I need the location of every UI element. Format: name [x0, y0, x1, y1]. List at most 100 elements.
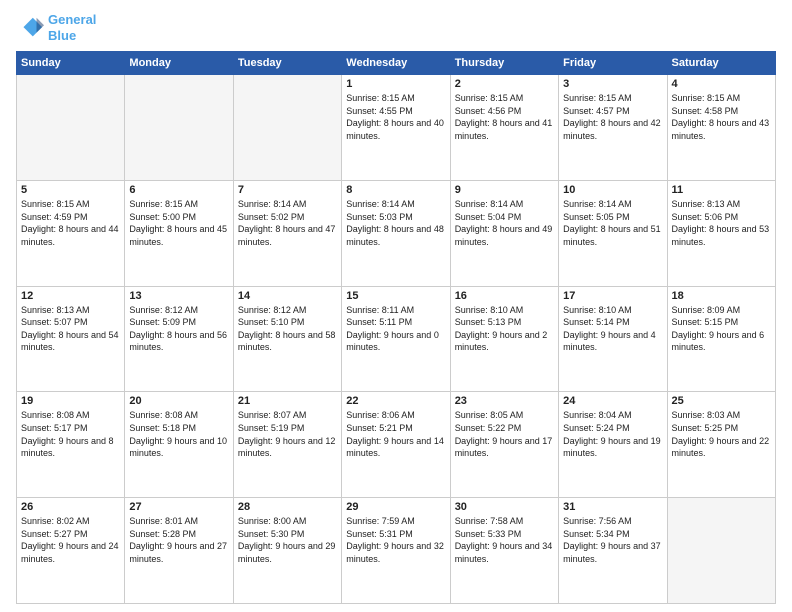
day-number: 3 [563, 78, 662, 90]
cell-text: Sunrise: 8:09 AMSunset: 5:15 PMDaylight:… [672, 304, 771, 354]
day-number: 25 [672, 395, 771, 407]
calendar-cell: 3 Sunrise: 8:15 AMSunset: 4:57 PMDaylight… [559, 75, 667, 181]
calendar-cell: 25Sunrise: 8:03 AMSunset: 5:25 PMDayligh… [667, 392, 775, 498]
cell-text: Sunrise: 8:14 AMSunset: 5:02 PMDaylight:… [238, 198, 337, 248]
logo: General Blue [16, 12, 96, 43]
calendar-cell: 27 Sunrise: 8:01 AMSunset: 5:28 PMDayligh… [125, 498, 233, 604]
calendar-cell: 12 Sunrise: 8:13 AMSunset: 5:07 PMDayligh… [17, 286, 125, 392]
calendar-cell: 28Sunrise: 8:00 AMSunset: 5:30 PMDayligh… [233, 498, 341, 604]
day-number: 2 [455, 78, 554, 90]
logo-icon [16, 14, 44, 42]
calendar-cell: 9 Sunrise: 8:14 AMSunset: 5:04 PMDaylight… [450, 180, 558, 286]
day-number: 22 [346, 395, 445, 407]
cell-text: Sunrise: 8:13 AMSunset: 5:07 PMDaylight:… [21, 304, 120, 354]
day-number: 4 [672, 78, 771, 90]
cell-text: Sunrise: 8:08 AMSunset: 5:18 PMDaylight:… [129, 409, 228, 459]
cell-text: Sunrise: 7:59 AMSunset: 5:31 PMDaylight:… [346, 515, 445, 565]
calendar-cell: 17 Sunrise: 8:10 AMSunset: 5:14 PMDayligh… [559, 286, 667, 392]
calendar-cell: 26 Sunrise: 8:02 AMSunset: 5:27 PMDayligh… [17, 498, 125, 604]
day-number: 5 [21, 184, 120, 196]
day-number: 6 [129, 184, 228, 196]
calendar-cell: 4 Sunrise: 8:15 AMSunset: 4:58 PMDaylight… [667, 75, 775, 181]
cell-text: Sunrise: 7:58 AMSunset: 5:33 PMDaylight:… [455, 515, 554, 565]
day-number: 10 [563, 184, 662, 196]
calendar-cell [125, 75, 233, 181]
cell-text: Sunrise: 8:15 AMSunset: 4:56 PMDaylight:… [455, 92, 554, 142]
calendar-cell: 1 Sunrise: 8:15 AMSunset: 4:55 PMDaylight… [342, 75, 450, 181]
day-number: 17 [563, 290, 662, 302]
cell-text: Sunrise: 8:01 AMSunset: 5:28 PMDaylight:… [129, 515, 228, 565]
cell-text: Sunrise: 8:14 AMSunset: 5:03 PMDaylight:… [346, 198, 445, 248]
cell-text: Sunrise: 8:08 AMSunset: 5:17 PMDaylight:… [21, 409, 120, 459]
header: General Blue [16, 12, 776, 43]
weekday-header: Monday [125, 52, 233, 75]
cell-text: Sunrise: 8:11 AMSunset: 5:11 PMDaylight:… [346, 304, 445, 354]
calendar-cell: 14 Sunrise: 8:12 AMSunset: 5:10 PMDayligh… [233, 286, 341, 392]
calendar-cell: 23 Sunrise: 8:05 AMSunset: 5:22 PMDayligh… [450, 392, 558, 498]
day-number: 7 [238, 184, 337, 196]
weekday-header: Saturday [667, 52, 775, 75]
day-number: 29 [346, 501, 445, 513]
calendar-cell [233, 75, 341, 181]
cell-text: Sunrise: 8:12 AMSunset: 5:09 PMDaylight:… [129, 304, 228, 354]
day-number: 19 [21, 395, 120, 407]
day-number: 26 [21, 501, 120, 513]
calendar-cell: 31Sunrise: 7:56 AMSunset: 5:34 PMDayligh… [559, 498, 667, 604]
calendar-cell: 10 Sunrise: 8:14 AMSunset: 5:05 PMDayligh… [559, 180, 667, 286]
cell-text: Sunrise: 8:15 AMSunset: 4:57 PMDaylight:… [563, 92, 662, 142]
cell-text: Sunrise: 8:15 AMSunset: 4:58 PMDaylight:… [672, 92, 771, 142]
page: General Blue SundayMondayTuesdayWednesda… [0, 0, 792, 612]
calendar-cell: 19 Sunrise: 8:08 AMSunset: 5:17 PMDayligh… [17, 392, 125, 498]
calendar-cell: 5Sunrise: 8:15 AMSunset: 4:59 PMDaylight… [17, 180, 125, 286]
cell-text: Sunrise: 8:10 AMSunset: 5:14 PMDaylight:… [563, 304, 662, 354]
day-number: 1 [346, 78, 445, 90]
day-number: 24 [563, 395, 662, 407]
cell-text: Sunrise: 8:14 AMSunset: 5:04 PMDaylight:… [455, 198, 554, 248]
weekday-header: Wednesday [342, 52, 450, 75]
cell-text: Sunrise: 8:15 AMSunset: 4:55 PMDaylight:… [346, 92, 445, 142]
day-number: 21 [238, 395, 337, 407]
weekday-header: Thursday [450, 52, 558, 75]
cell-text: Sunrise: 8:04 AMSunset: 5:24 PMDaylight:… [563, 409, 662, 459]
day-number: 13 [129, 290, 228, 302]
calendar-cell: 30 Sunrise: 7:58 AMSunset: 5:33 PMDayligh… [450, 498, 558, 604]
day-number: 12 [21, 290, 120, 302]
cell-text: Sunrise: 8:13 AMSunset: 5:06 PMDaylight:… [672, 198, 771, 248]
cell-text: Sunrise: 8:07 AMSunset: 5:19 PMDaylight:… [238, 409, 337, 459]
day-number: 30 [455, 501, 554, 513]
day-number: 27 [129, 501, 228, 513]
calendar-cell: 29 Sunrise: 7:59 AMSunset: 5:31 PMDayligh… [342, 498, 450, 604]
calendar-cell: 6Sunrise: 8:15 AMSunset: 5:00 PMDaylight… [125, 180, 233, 286]
calendar-cell: 7 Sunrise: 8:14 AMSunset: 5:02 PMDaylight… [233, 180, 341, 286]
logo-text: General Blue [48, 12, 96, 43]
calendar-cell: 24 Sunrise: 8:04 AMSunset: 5:24 PMDayligh… [559, 392, 667, 498]
day-number: 18 [672, 290, 771, 302]
calendar-cell: 22 Sunrise: 8:06 AMSunset: 5:21 PMDayligh… [342, 392, 450, 498]
cell-text: Sunrise: 8:05 AMSunset: 5:22 PMDaylight:… [455, 409, 554, 459]
calendar-cell [667, 498, 775, 604]
day-number: 11 [672, 184, 771, 196]
cell-text: Sunrise: 8:14 AMSunset: 5:05 PMDaylight:… [563, 198, 662, 248]
day-number: 16 [455, 290, 554, 302]
cell-text: Sunrise: 7:56 AMSunset: 5:34 PMDaylight:… [563, 515, 662, 565]
calendar-cell: 11 Sunrise: 8:13 AMSunset: 5:06 PMDayligh… [667, 180, 775, 286]
cell-text: Sunrise: 8:02 AMSunset: 5:27 PMDaylight:… [21, 515, 120, 565]
cell-text: Sunrise: 8:10 AMSunset: 5:13 PMDaylight:… [455, 304, 554, 354]
calendar-cell: 21 Sunrise: 8:07 AMSunset: 5:19 PMDayligh… [233, 392, 341, 498]
calendar-cell: 2 Sunrise: 8:15 AMSunset: 4:56 PMDaylight… [450, 75, 558, 181]
calendar-cell: 20Sunrise: 8:08 AMSunset: 5:18 PMDayligh… [125, 392, 233, 498]
calendar-cell [17, 75, 125, 181]
day-number: 23 [455, 395, 554, 407]
weekday-header: Sunday [17, 52, 125, 75]
calendar-cell: 15Sunrise: 8:11 AMSunset: 5:11 PMDayligh… [342, 286, 450, 392]
day-number: 28 [238, 501, 337, 513]
calendar-table: SundayMondayTuesdayWednesdayThursdayFrid… [16, 51, 776, 604]
day-number: 14 [238, 290, 337, 302]
cell-text: Sunrise: 8:12 AMSunset: 5:10 PMDaylight:… [238, 304, 337, 354]
calendar-cell: 16 Sunrise: 8:10 AMSunset: 5:13 PMDayligh… [450, 286, 558, 392]
calendar-cell: 13 Sunrise: 8:12 AMSunset: 5:09 PMDayligh… [125, 286, 233, 392]
day-number: 9 [455, 184, 554, 196]
cell-text: Sunrise: 8:06 AMSunset: 5:21 PMDaylight:… [346, 409, 445, 459]
weekday-header: Tuesday [233, 52, 341, 75]
calendar-cell: 8Sunrise: 8:14 AMSunset: 5:03 PMDaylight… [342, 180, 450, 286]
